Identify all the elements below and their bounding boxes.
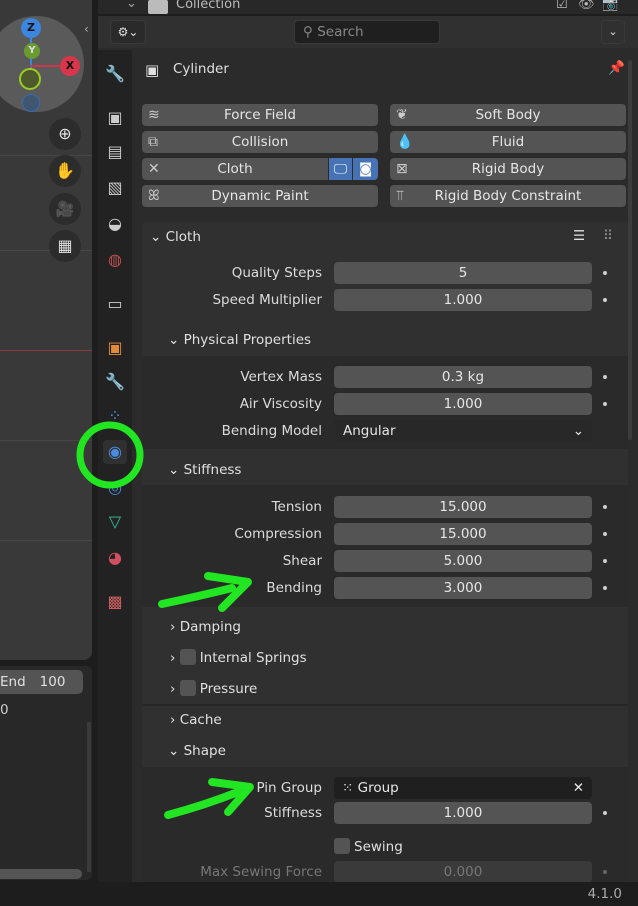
annotation-circle — [76, 421, 144, 489]
annotation-arrow — [158, 584, 236, 608]
annotation-overlay — [76, 421, 254, 819]
